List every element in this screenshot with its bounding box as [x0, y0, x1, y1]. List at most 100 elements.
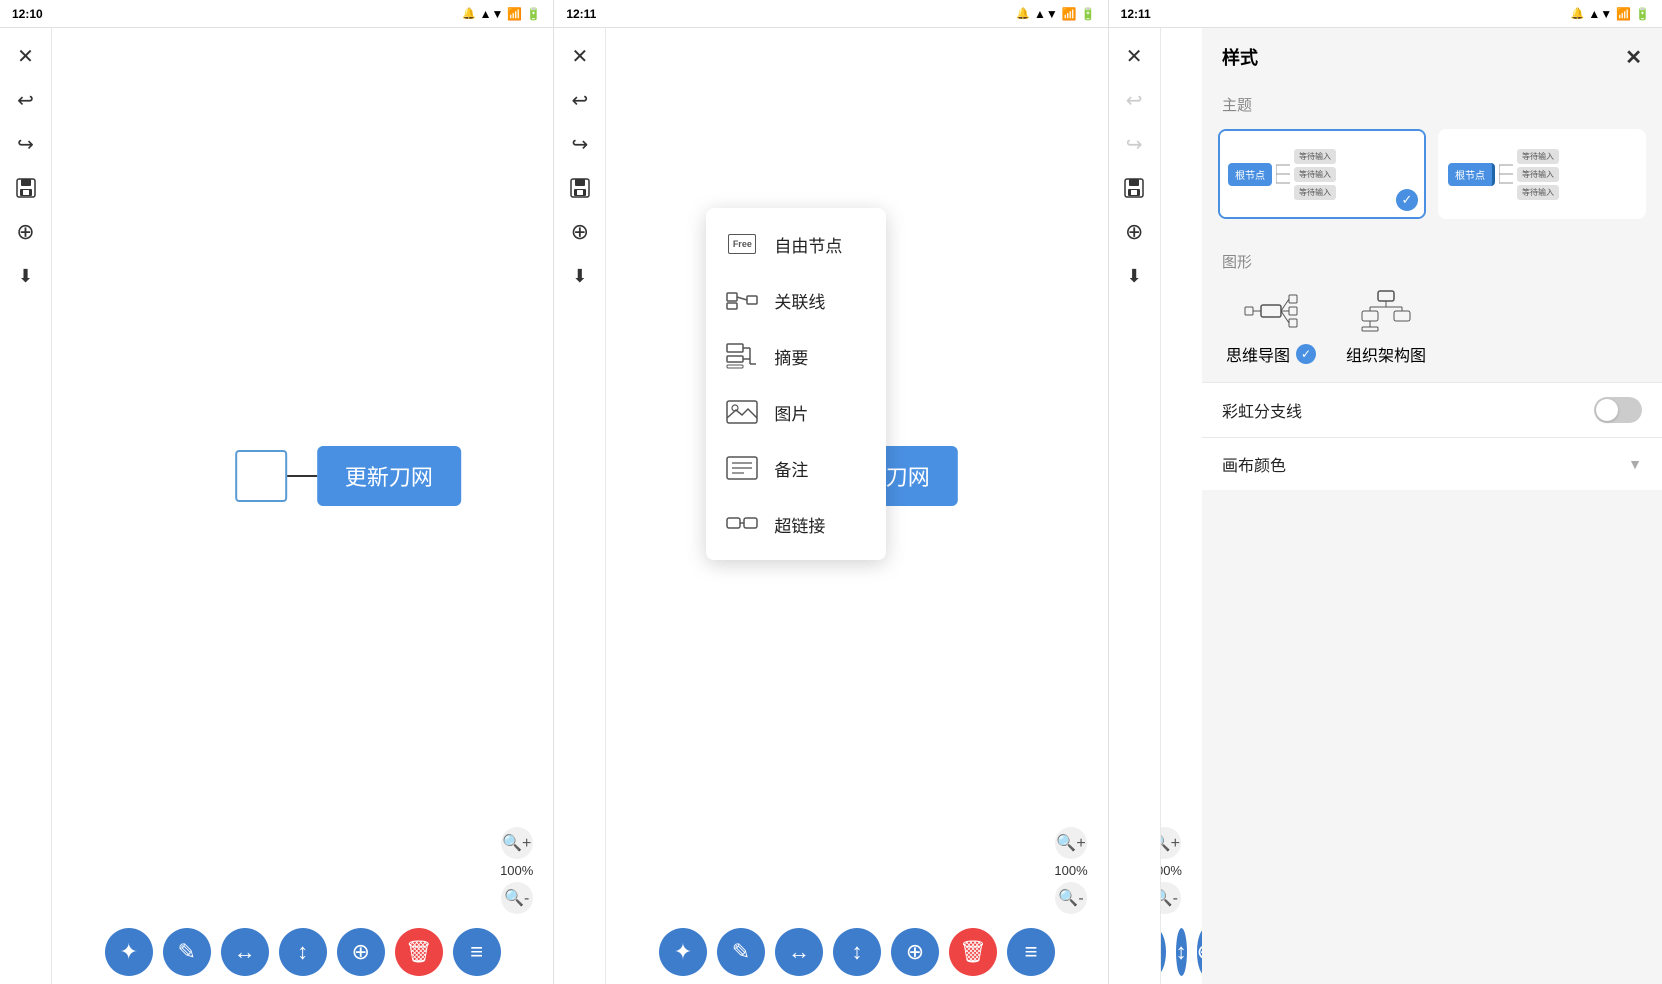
zoom-in-btn-2[interactable]: 🔍+: [1055, 827, 1087, 859]
magic-btn-1[interactable]: ✦: [105, 928, 153, 976]
magic-btn-2[interactable]: ✦: [659, 928, 707, 976]
root-node-1[interactable]: 更新刀网: [317, 446, 461, 506]
canvas-2[interactable]: 更新刀网 Free 自由节点: [606, 28, 1107, 924]
theme2-branch3: 等待输入: [1517, 185, 1559, 200]
summary-icon: [726, 340, 758, 372]
zoom-out-btn-2[interactable]: 🔍-: [1055, 882, 1087, 914]
branch-btn-2[interactable]: ⊕: [891, 928, 939, 976]
status-icons-1: 🔔 ▲▼ 📶 🔋: [462, 7, 541, 21]
zoom-out-btn-1[interactable]: 🔍-: [501, 882, 533, 914]
mindmap-label-row: 思维导图 ✓: [1226, 342, 1316, 366]
mindmap-shape-check: ✓: [1296, 344, 1316, 364]
menu-item-note[interactable]: 备注: [706, 440, 886, 496]
shape-mindmap[interactable]: 思维导图 ✓: [1226, 286, 1316, 366]
zoom-in-btn-1[interactable]: 🔍+: [501, 827, 533, 859]
rainbow-toggle[interactable]: [1594, 397, 1642, 423]
bottom-toolbar-3: ✦ ✎ ↔ ↕ ⊕ 🗑 ≡: [1161, 928, 1202, 976]
theme1-branch2: 等待输入: [1294, 167, 1336, 182]
chevron-down-icon: ▼: [1628, 456, 1642, 472]
menu-btn-1[interactable]: ≡: [453, 928, 501, 976]
undo-button-3[interactable]: ↩: [1114, 80, 1154, 120]
status-bar-1: 12:10 🔔 ▲▼ 📶 🔋: [0, 0, 553, 28]
battery-icon-3: 🔋: [1635, 7, 1650, 21]
close-button-1[interactable]: ✕: [6, 36, 46, 76]
status-icons-2: 🔔 ▲▼ 📶 🔋: [1016, 7, 1095, 21]
node-group-1: 更新刀网: [235, 446, 461, 506]
bottom-toolbar-2: ✦ ✎ ↔ ↕ ⊕ 🗑 ≡: [606, 928, 1107, 976]
undo-button-1[interactable]: ↩: [6, 80, 46, 120]
shape-section-label: 图形: [1202, 243, 1662, 278]
menu-item-free-node[interactable]: Free 自由节点: [706, 216, 886, 272]
add-zoom-button-2[interactable]: ⊕: [560, 212, 600, 252]
style-panel-title: 样式: [1222, 44, 1258, 70]
shape-options: 思维导图 ✓: [1202, 278, 1662, 374]
menu-item-summary[interactable]: 摘要: [706, 328, 886, 384]
delete-btn-1[interactable]: 🗑: [395, 928, 443, 976]
theme2-branch2: 等待输入: [1517, 167, 1559, 182]
save-button-3[interactable]: [1114, 168, 1154, 208]
hyperlink-label: 超链接: [774, 512, 825, 537]
theme-preview-1: 根节点 等待输入 等待输入 等待输入 ✓: [1220, 131, 1424, 217]
panels-container: ✕ ↩ ↪ ⊕ ⬇ 更新刀网: [0, 28, 1662, 984]
edit-btn-1[interactable]: ✎: [163, 928, 211, 976]
zoom-controls-2: 🔍+ 100% 🔍-: [1054, 827, 1087, 914]
theme1-root: 根节点: [1228, 163, 1272, 186]
connect-btn-2[interactable]: ↔: [775, 928, 823, 976]
orgchart-shape-icon: [1356, 286, 1416, 336]
undo-button-2[interactable]: ↩: [560, 80, 600, 120]
menu-item-connector[interactable]: 关联线: [706, 272, 886, 328]
status-bar-2: 12:11 🔔 ▲▼ 📶 🔋: [553, 0, 1107, 28]
status-bars: 12:10 🔔 ▲▼ 📶 🔋 12:11 🔔 ▲▼ 📶 🔋 12:11 🔔 ▲▼…: [0, 0, 1662, 28]
theme1-branch1: 等待输入: [1294, 149, 1336, 164]
panel-3: ✕ ↩ ↪ ⊕ ⬇ 更新刀网 🔍+ 100%: [1109, 28, 1662, 984]
rainbow-toggle-row: 彩虹分支线: [1202, 382, 1662, 437]
menu-item-image[interactable]: 图片: [706, 384, 886, 440]
time-2: 12:11: [566, 7, 596, 21]
close-button-3[interactable]: ✕: [1114, 36, 1154, 76]
summary-label: 摘要: [774, 344, 808, 369]
menu-item-hyperlink[interactable]: 超链接: [706, 496, 886, 552]
add-zoom-button-3[interactable]: ⊕: [1114, 212, 1154, 252]
expand-btn-1[interactable]: ↕: [279, 928, 327, 976]
edit-btn-2[interactable]: ✎: [717, 928, 765, 976]
signal-icon-2: 📶: [1062, 7, 1077, 21]
download-button-1[interactable]: ⬇: [6, 256, 46, 296]
close-button-2[interactable]: ✕: [560, 36, 600, 76]
theme1-branch3: 等待输入: [1294, 185, 1336, 200]
canvas-3[interactable]: 更新刀网: [1161, 28, 1202, 924]
shape-orgchart[interactable]: 组织架构图: [1346, 286, 1426, 366]
sidebar-toolbar-3: ✕ ↩ ↪ ⊕ ⬇: [1109, 28, 1161, 984]
canvas-1[interactable]: 更新刀网: [52, 28, 553, 924]
theme-options: 根节点 等待输入 等待输入 等待输入 ✓: [1202, 121, 1662, 235]
theme-card-2[interactable]: 根节点 等待输入 等待输入 等待输入: [1438, 129, 1646, 219]
canvas-color-row[interactable]: 画布颜色 ▼: [1202, 437, 1662, 490]
redo-button-3[interactable]: ↪: [1114, 124, 1154, 164]
expand-btn-3[interactable]: ↕: [1176, 928, 1187, 976]
delete-btn-2[interactable]: 🗑: [949, 928, 997, 976]
empty-node[interactable]: [235, 450, 287, 502]
redo-button-2[interactable]: ↪: [560, 124, 600, 164]
save-button-1[interactable]: [6, 168, 46, 208]
dropdown-menu: Free 自由节点 关联线: [706, 208, 886, 560]
connect-btn-1[interactable]: ↔: [221, 928, 269, 976]
style-panel-close-button[interactable]: ✕: [1625, 45, 1642, 70]
sidebar-toolbar-1: ✕ ↩ ↪ ⊕ ⬇: [0, 28, 52, 984]
theme-card-1[interactable]: 根节点 等待输入 等待输入 等待输入 ✓: [1218, 129, 1426, 219]
download-button-3[interactable]: ⬇: [1114, 256, 1154, 296]
save-button-2[interactable]: [560, 168, 600, 208]
free-node-icon: Free: [726, 228, 758, 260]
mindmap-shape-label: 思维导图: [1226, 342, 1290, 366]
branch-btn-1[interactable]: ⊕: [337, 928, 385, 976]
wifi-icon: ▲▼: [480, 7, 504, 21]
wifi-icon-3: ▲▼: [1588, 7, 1612, 21]
connector-icon: [726, 284, 758, 316]
image-icon: [726, 396, 758, 428]
redo-button-1[interactable]: ↪: [6, 124, 46, 164]
notification-icon-3: 🔔: [1571, 7, 1585, 20]
menu-btn-2[interactable]: ≡: [1007, 928, 1055, 976]
expand-btn-2[interactable]: ↕: [833, 928, 881, 976]
add-zoom-button-1[interactable]: ⊕: [6, 212, 46, 252]
rainbow-label: 彩虹分支线: [1222, 398, 1302, 422]
download-button-2[interactable]: ⬇: [560, 256, 600, 296]
zoom-label-2: 100%: [1054, 863, 1087, 878]
